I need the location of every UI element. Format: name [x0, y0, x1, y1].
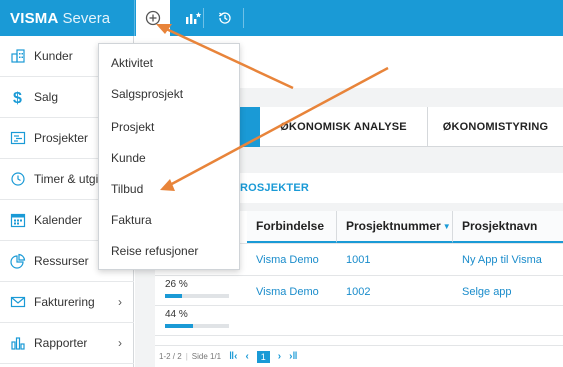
topbar-divider	[203, 8, 204, 28]
menu-item-tilbud[interactable]: Tilbud	[111, 182, 143, 196]
sidebar-item-fakturering[interactable]: Fakturering ›	[0, 282, 134, 323]
menu-item-kunde[interactable]: Kunde	[111, 151, 146, 165]
cell-forbindelse[interactable]: Visma Demo	[256, 254, 319, 266]
column-header-label: Forbindelse	[256, 219, 325, 233]
progress-bar-fill	[165, 294, 182, 298]
column-header-forbindelse[interactable]: Forbindelse	[247, 211, 337, 243]
building-icon	[4, 48, 32, 64]
first-page-icon[interactable]: ‖‹	[229, 351, 237, 362]
clock-icon	[4, 171, 32, 187]
column-header-label: Prosjektnavn	[462, 219, 538, 233]
sidebar-item-rapporter[interactable]: Rapporter ›	[0, 323, 134, 364]
sidebar-item-label: Salg	[34, 90, 59, 104]
sidebar-item-label: Ressurser	[34, 254, 89, 268]
history-button[interactable]	[208, 0, 242, 36]
sidebar-item-label: Kalender	[34, 213, 83, 227]
last-page-icon[interactable]: ›‖	[289, 351, 297, 362]
add-new-button[interactable]	[136, 0, 170, 36]
cell-forbindelse[interactable]: Visma Demo	[256, 286, 319, 298]
add-new-menu: Aktivitet Salgsprosjekt Prosjekt Kunde T…	[98, 43, 240, 270]
tab-okonomistyring[interactable]: ØKONOMISTYRING	[428, 107, 563, 147]
top-bar: VISMA Severa	[0, 0, 563, 36]
pagination: 1-2 / 2 | Side 1/1 ‖‹ ‹ 1 › ›‖	[155, 345, 563, 367]
section-header: ROSJEKTER	[240, 173, 563, 203]
calendar-icon	[4, 212, 32, 228]
menu-item-reise-refusjoner[interactable]: Reise refusjoner	[111, 244, 198, 258]
envelope-icon	[4, 294, 32, 310]
sort-desc-icon[interactable]: ▼	[443, 222, 451, 231]
cell-prosjektnavn[interactable]: Ny App til Visma	[462, 254, 542, 266]
menu-item-prosjekt[interactable]: Prosjekt	[111, 120, 154, 134]
tab-label: ØKONOMISK ANALYSE	[280, 121, 407, 133]
sidebar-item-label: Timer & utgi	[34, 172, 99, 186]
progress-bar	[165, 294, 229, 298]
sidebar-item-label: Fakturering	[34, 295, 95, 309]
column-header-prosjektnavn[interactable]: Prosjektnavn	[453, 211, 563, 243]
sidebar-item-label: Rapporter	[34, 336, 88, 350]
section-title: ROSJEKTER	[240, 182, 310, 194]
menu-item-aktivitet[interactable]: Aktivitet	[111, 56, 153, 70]
plus-circle-icon	[145, 10, 161, 26]
progress-bar-fill	[165, 324, 194, 328]
menu-item-salgsprosjekt[interactable]: Salgsprosjekt	[111, 87, 183, 101]
progress-bar	[165, 324, 229, 328]
progress-label: 44 %	[165, 309, 188, 320]
cell-prosjektnavn[interactable]: Selge app	[462, 286, 512, 298]
menu-item-faktura[interactable]: Faktura	[111, 213, 152, 227]
brand-logo[interactable]: VISMA Severa	[0, 0, 134, 36]
pager-separator: |	[185, 352, 188, 361]
tab-label: ØKONOMISTYRING	[442, 121, 549, 133]
svg-text:$: $	[13, 90, 22, 106]
chevron-right-icon: ›	[118, 336, 122, 350]
sidebar-item-label: Prosjekter	[34, 131, 89, 145]
pager-page-info: Side 1/1	[191, 352, 222, 361]
history-icon	[218, 12, 231, 24]
topbar-divider	[243, 8, 244, 28]
column-header-prosjektnummer[interactable]: Prosjektnummer ▼	[337, 211, 453, 243]
dollar-icon: $	[4, 88, 32, 106]
current-page-button[interactable]: 1	[256, 350, 270, 363]
bar-chart-icon	[4, 335, 32, 351]
project-board-icon	[4, 130, 32, 146]
brand-name-light: Severa	[62, 9, 111, 27]
tab-active[interactable]	[240, 107, 260, 147]
brand-name-strong: VISMA	[10, 9, 59, 27]
cell-prosjektnummer[interactable]: 1002	[346, 286, 370, 298]
pager-range: 1-2 / 2	[159, 352, 182, 361]
cell-prosjektnummer[interactable]: 1001	[346, 254, 370, 266]
topbar-separator	[134, 0, 135, 36]
pie-chart-icon	[4, 253, 32, 269]
progress-label: 26 %	[165, 279, 188, 290]
row-divider	[155, 275, 563, 276]
tab-okonomisk-analyse[interactable]: ØKONOMISK ANALYSE	[260, 107, 427, 147]
row-divider	[155, 305, 563, 306]
row-divider	[155, 335, 563, 336]
analytics-button[interactable]	[176, 0, 210, 36]
analytics-star-icon	[186, 12, 202, 24]
column-header-label: Prosjektnummer	[346, 219, 441, 233]
next-page-icon[interactable]: ›	[278, 351, 281, 362]
prev-page-icon[interactable]: ‹	[245, 351, 248, 362]
chevron-right-icon: ›	[118, 295, 122, 309]
sidebar-item-label: Kunder	[34, 49, 73, 63]
